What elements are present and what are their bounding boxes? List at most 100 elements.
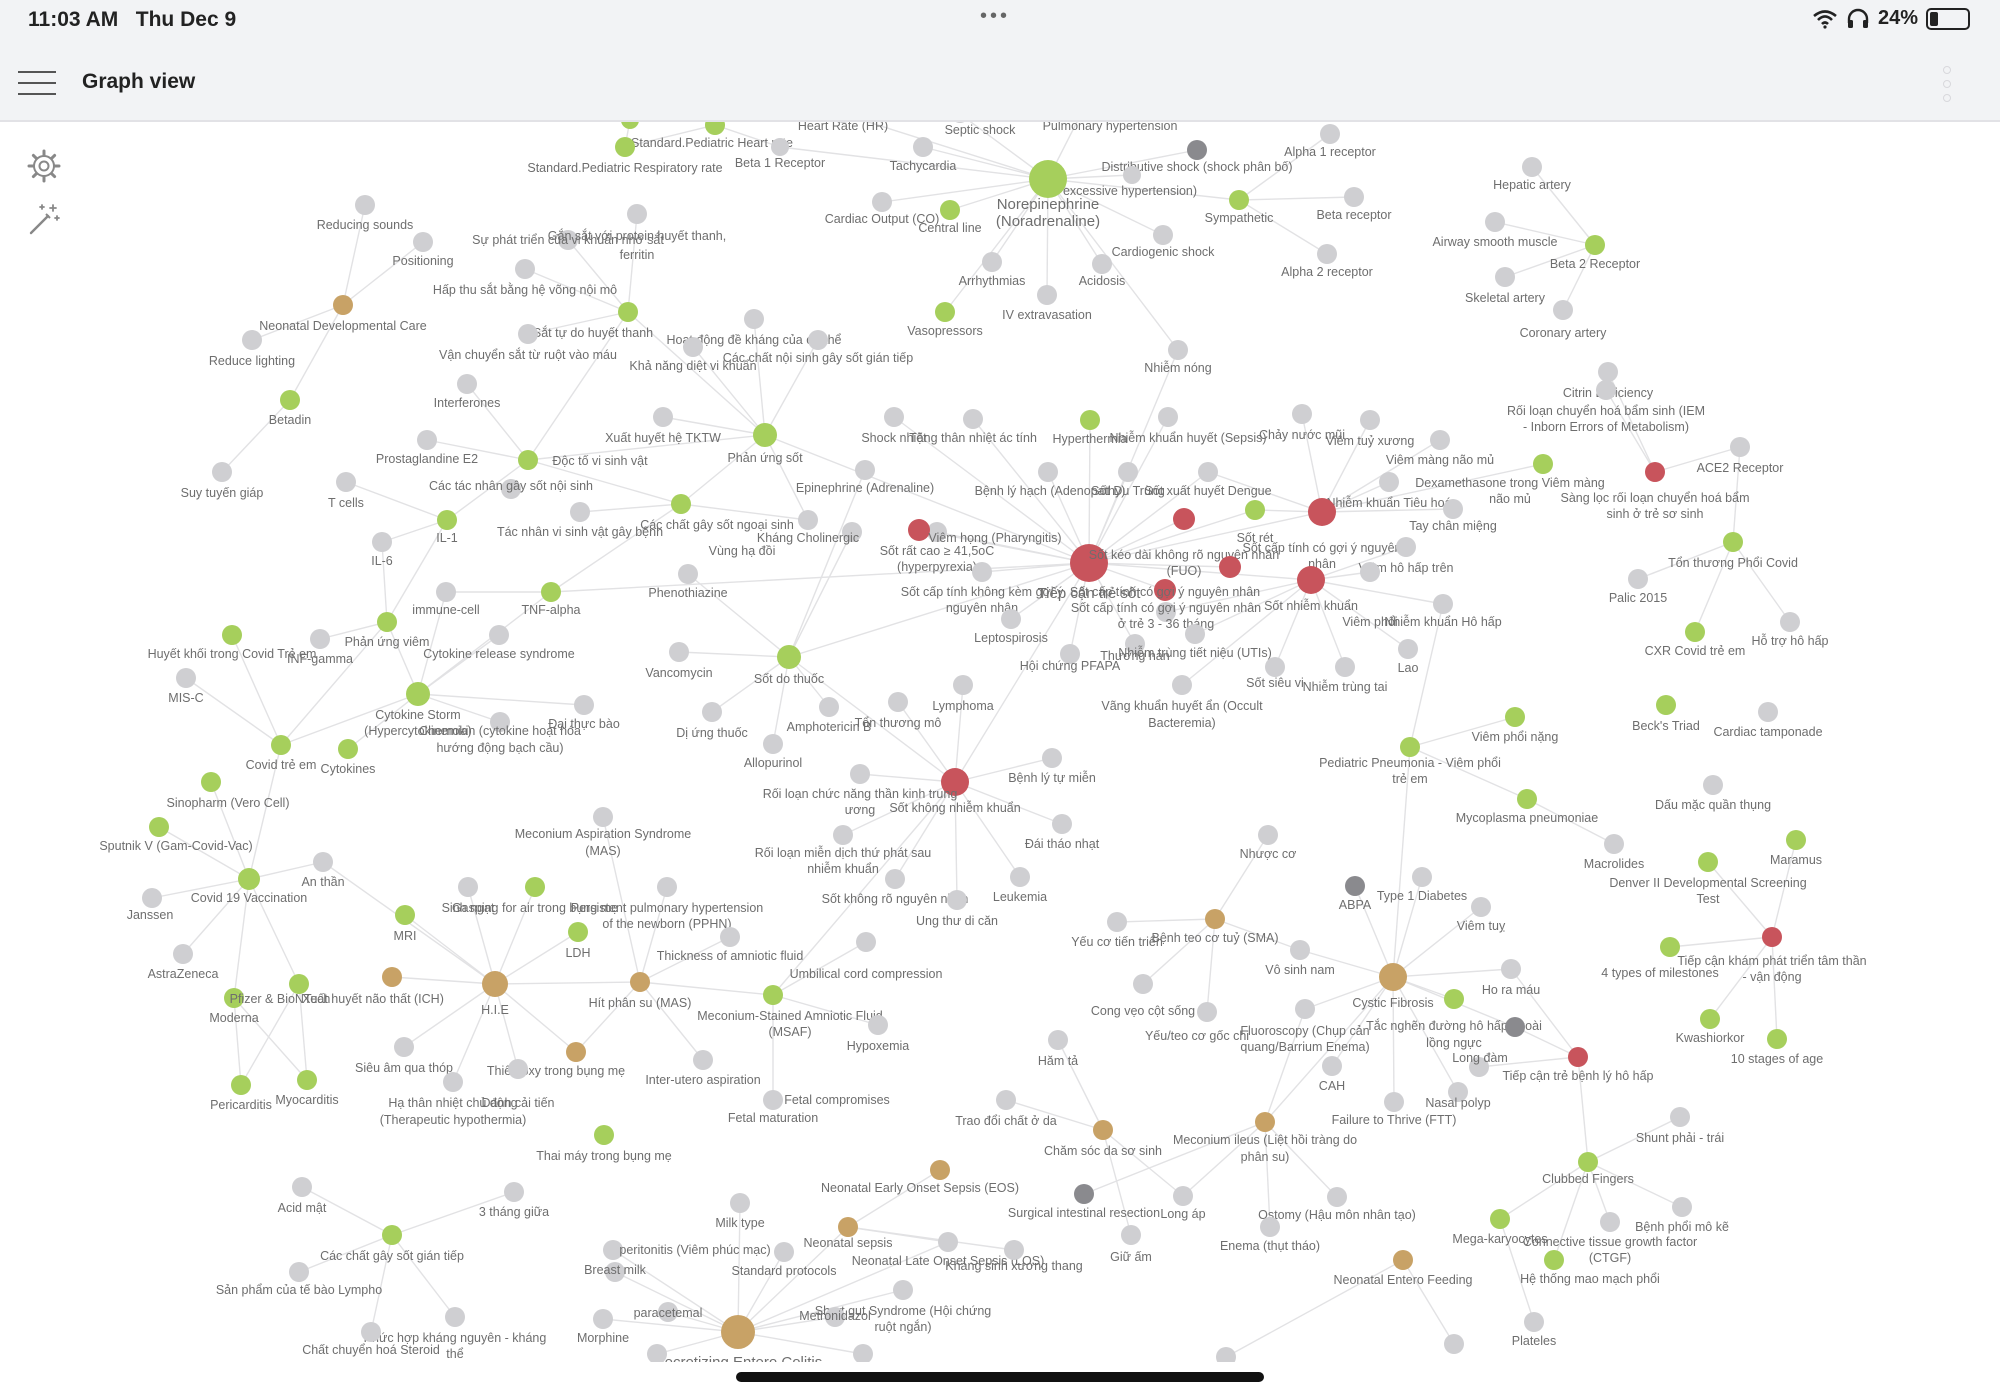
node-dot[interactable] [947,890,967,910]
graph-node-alpha-1-receptor[interactable]: Alpha 1 receptor [1284,124,1376,159]
node-dot[interactable] [1317,244,1337,264]
node-dot[interactable] [1433,594,1453,614]
graph-node-alpha-2-receptor[interactable]: Alpha 2 receptor [1281,244,1373,279]
multitasking-dots-icon[interactable]: ••• [980,5,1010,28]
graph-canvas[interactable]: Standard.Pediatric Heart rate Standard.Pe… [0,122,2000,1362]
graph-node-mri[interactable]: MRI [394,905,417,943]
graph-node-abpa[interactable]: ABPA [1339,876,1372,912]
node-dot[interactable] [1505,1017,1525,1037]
node-dot[interactable] [1685,622,1705,642]
graph-node-n-dark-cf[interactable] [1505,1017,1525,1037]
node-dot[interactable] [297,1070,317,1090]
graph-node-airway-smooth-muscle[interactable]: Airway smooth muscle [1432,212,1558,249]
graph-node-neonatal-eos[interactable]: Neonatal Early Onset Sepsis (EOS) [821,1160,1019,1195]
node-dot[interactable] [1292,404,1312,424]
graph-node-janssen[interactable]: Janssen [127,888,174,922]
node-dot[interactable] [1258,825,1278,845]
graph-node-clubbed-fingers[interactable]: Clubbed Fingers [1542,1152,1634,1186]
graph-node-peritonitis[interactable]: peritonitis (Viêm phúc mạc) [603,1240,771,1260]
node-dot[interactable] [382,1225,402,1245]
node-dot[interactable] [627,204,647,224]
graph-node-sieu-am-qua-thop[interactable]: Siêu âm qua thóp [355,1037,453,1075]
graph-node-fluoroscopy[interactable]: Fluoroscopy (Chụp cản quang/Barrium Enema… [1240,999,1370,1054]
graph-node-arrhythmias[interactable]: Arrhythmias [959,252,1026,288]
home-indicator[interactable] [736,1372,1264,1382]
graph-node-can-sat-protein[interactable]: Gắn sắt với protein huyết thanh, ferritin [548,204,726,262]
graph-node-immune-cell[interactable]: immune-cell [412,582,480,617]
graph-node-phan-ung-sot[interactable]: Phản ứng sốt [727,423,803,465]
node-dot[interactable] [885,869,905,889]
node-dot[interactable] [333,295,353,315]
graph-node-reducing-sounds[interactable]: Reducing sounds [317,195,414,232]
node-dot[interactable] [853,1344,873,1362]
node-dot[interactable] [436,582,456,602]
graph-node-iv-extravasation[interactable]: IV extravasation [1002,285,1092,322]
graph-node-vo-sinh-nam[interactable]: Vô sinh nam [1265,940,1335,977]
graph-node-n-bottom-4[interactable] [647,1344,667,1362]
node-dot[interactable] [1260,1217,1280,1237]
node-dot[interactable] [173,944,193,964]
node-dot[interactable] [1412,867,1432,887]
node-dot[interactable] [289,1262,309,1282]
node-dot[interactable] [443,1072,463,1092]
node-dot[interactable] [1168,340,1188,360]
graph-node-prostaglandine[interactable]: Prostaglandine E2 [376,430,478,466]
node-dot[interactable] [1185,624,1205,644]
node-dot[interactable] [1430,430,1450,450]
graph-node-myocarditis[interactable]: Myocarditis [275,1070,339,1107]
node-dot[interactable] [705,122,725,135]
graph-node-tiep-can-tre-benh-ly[interactable]: Tiếp cận trẻ bệnh lý hô hấp [1502,1047,1654,1083]
node-dot[interactable] [1544,1250,1564,1270]
node-dot[interactable] [1700,1009,1720,1029]
graph-node-paracetemal[interactable]: paracetemal [634,1302,703,1322]
graph-node-cystic-fibrosis[interactable]: Cystic Fibrosis [1352,963,1434,1010]
node-dot[interactable] [508,1059,528,1079]
node-dot[interactable] [972,562,992,582]
node-dot[interactable] [953,675,973,695]
node-dot[interactable] [930,1160,950,1180]
graph-node-betadin[interactable]: Betadin [269,390,311,427]
graph-node-cah[interactable]: CAH [1319,1056,1345,1093]
node-dot[interactable] [657,877,677,897]
node-dot[interactable] [406,682,430,706]
node-dot[interactable] [1219,556,1241,578]
graph-node-standard-pediatric-heart-rate[interactable]: Standard.Pediatric Heart rate [631,122,793,150]
node-dot[interactable] [819,697,839,717]
node-dot[interactable] [1265,657,1285,677]
node-dot[interactable] [771,138,789,156]
node-dot[interactable] [913,137,933,157]
graph-node-epinephrine[interactable]: Epinephrine (Adrenaline) [796,460,934,495]
node-dot[interactable] [458,877,478,897]
node-dot[interactable] [888,692,908,712]
node-dot[interactable] [1074,1184,1094,1204]
node-dot[interactable] [798,510,818,530]
node-dot[interactable] [593,807,613,827]
node-dot[interactable] [1485,212,1505,232]
graph-node-nasal-polyp[interactable]: Nasal polyp [1425,1082,1491,1110]
graph-node-t-cells[interactable]: T cells [328,472,364,510]
graph-view[interactable]: Standard.Pediatric Heart rate Standard.Pe… [0,122,2000,1362]
graph-node-long-ap[interactable]: Long áp [1160,1186,1206,1221]
node-dot[interactable] [1048,1030,1068,1050]
node-dot[interactable] [568,922,588,942]
graph-node-interferones[interactable]: Interferones [434,374,501,410]
graph-node-inter-utero[interactable]: Inter-utero aspiration [645,1050,761,1087]
graph-node-persistent-pulmonary[interactable]: Persistent pulmonary hypertension of the … [571,877,764,931]
node-dot[interactable] [518,450,538,470]
graph-node-n-top-left[interactable] [621,122,639,129]
graph-node-allopurinol[interactable]: Allopurinol [744,734,802,770]
graph-node-cac-tac-nhan[interactable]: Các tác nhân gây sốt nội sinh [429,479,593,499]
node-dot[interactable] [525,877,545,897]
graph-node-vang-khuan-huyet[interactable]: Vãng khuẩn huyết ẩn (Occult Bacteremia) [1101,675,1263,730]
node-dot[interactable] [176,668,196,688]
node-dot[interactable] [1042,748,1062,768]
node-dot[interactable] [856,932,876,952]
node-dot[interactable] [996,1090,1016,1110]
node-dot[interactable] [1255,1112,1275,1132]
node-dot[interactable] [1786,830,1806,850]
node-dot[interactable] [1524,1312,1544,1332]
node-dot[interactable] [1780,612,1800,632]
node-dot[interactable] [1400,737,1420,757]
graph-node-cac-chat-ngoai-sinh[interactable]: Các chất gây sốt ngoại sinh [640,494,794,532]
node-dot[interactable] [1656,695,1676,715]
